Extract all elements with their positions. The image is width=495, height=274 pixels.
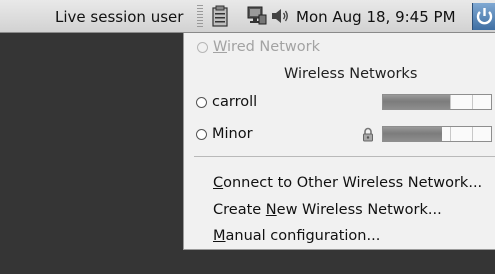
power-button[interactable] [472,3,495,30]
signal-bar-segment [449,127,451,141]
signal-strength-bar [382,126,492,142]
network-name: carroll [212,94,258,110]
user-switcher[interactable]: Live session user [55,8,183,26]
panel-separator-handle[interactable] [197,5,203,28]
network-item-carroll[interactable]: carroll [184,91,495,115]
network-menu: Wired Network Wireless Networks carroll … [183,33,495,250]
signal-strength-fill [383,127,443,141]
wired-radio [197,42,208,53]
network-radio[interactable] [196,129,207,140]
signal-bar-segment [449,95,451,109]
volume-icon[interactable] [271,8,291,28]
network-item-minor[interactable]: Minor [184,123,495,147]
top-panel: Live session user Mon Aug 18, 9:45 PM [0,0,495,33]
encryption-lock-icon [360,126,376,148]
wireless-networks-header: Wireless Networks [284,66,418,82]
network-monitor-icon[interactable] [247,5,267,31]
menu-separator [194,156,495,157]
menu-item-create-new-wireless[interactable]: Create New Wireless Network... [213,201,442,219]
clipboard-icon[interactable] [212,5,228,31]
wired-label: Wired Network [213,39,320,55]
menu-item-manual-configuration[interactable]: Manual configuration... [213,227,380,245]
menu-item-connect-other-wireless[interactable]: Connect to Other Wireless Network... [213,174,482,192]
network-radio[interactable] [196,97,207,108]
power-icon [476,8,493,25]
clock[interactable]: Mon Aug 18, 9:45 PM [296,8,456,26]
network-name: Minor [212,126,253,142]
signal-strength-fill [383,95,450,109]
signal-bar-segment [471,95,473,109]
signal-bar-segment [471,127,473,141]
signal-strength-bar [382,94,492,110]
